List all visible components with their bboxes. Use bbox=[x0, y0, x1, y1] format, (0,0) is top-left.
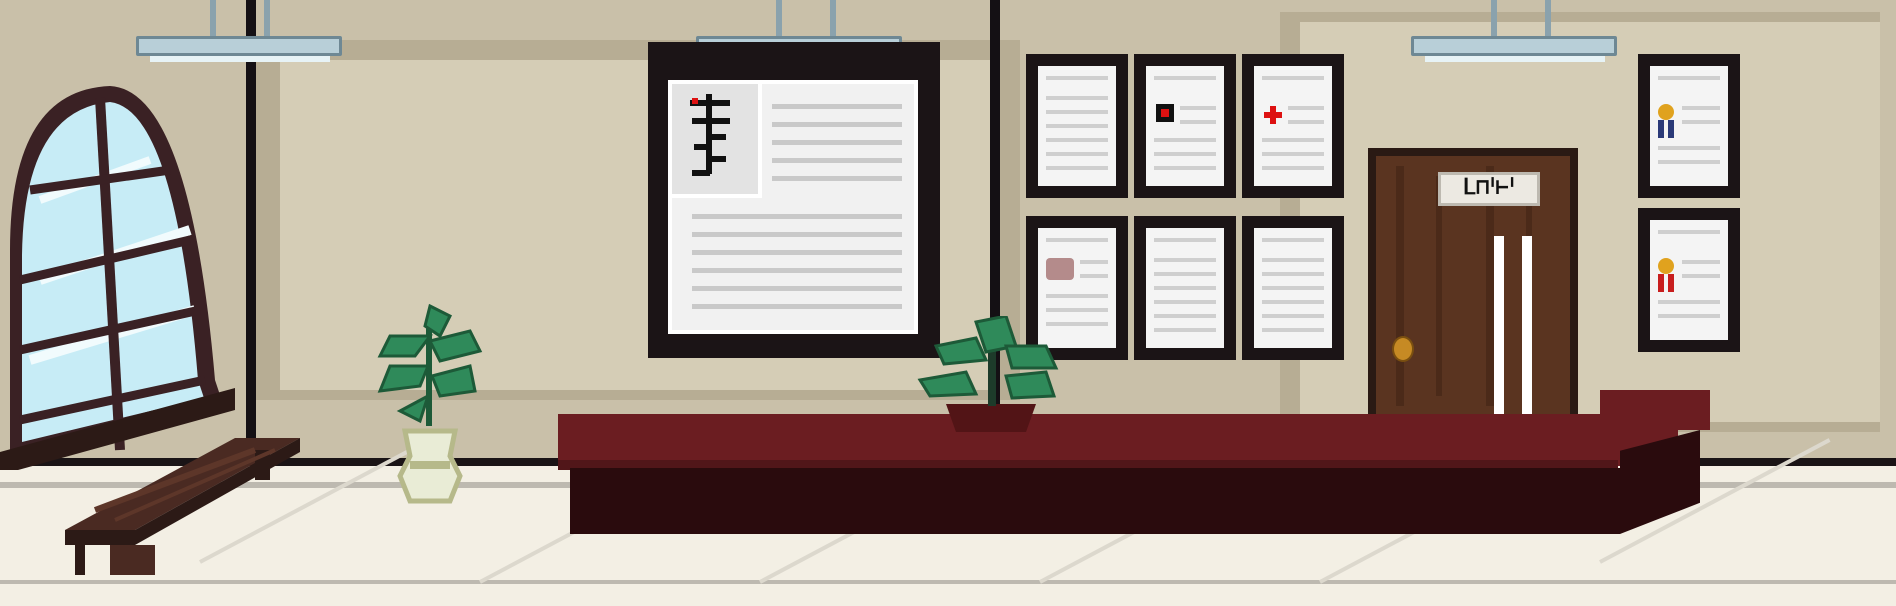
posted-document[interactable] bbox=[1638, 54, 1740, 198]
plant-icon bbox=[377, 303, 483, 504]
door-sign: ᒪ⊓ᑊ⊢ᑊ bbox=[1438, 172, 1540, 206]
floor-line-bottom bbox=[0, 580, 1896, 584]
posted-document[interactable] bbox=[1242, 54, 1344, 198]
medal-icon bbox=[1658, 104, 1674, 138]
window-icon bbox=[0, 86, 235, 475]
posted-document[interactable] bbox=[1638, 208, 1740, 352]
ceiling-lamp-3 bbox=[1405, 0, 1625, 70]
glyph-icon bbox=[690, 94, 730, 176]
door-knob[interactable] bbox=[1392, 336, 1414, 362]
counter-front bbox=[570, 468, 1620, 534]
red-cross-icon bbox=[1264, 106, 1282, 124]
pillar-left bbox=[246, 0, 256, 470]
medal-icon bbox=[1658, 258, 1674, 292]
door[interactable]: ᒪ⊓ᑊ⊢ᑊ bbox=[1376, 156, 1570, 418]
posted-document[interactable] bbox=[1134, 216, 1236, 360]
counter-top-end bbox=[1600, 390, 1710, 430]
potted-plant[interactable] bbox=[370, 296, 490, 506]
ceiling-lamp-1 bbox=[130, 0, 350, 70]
bench[interactable] bbox=[55, 430, 305, 580]
notice-glyph-box bbox=[672, 84, 762, 198]
game-scene: ᒪ⊓ᑊ⊢ᑊ bbox=[0, 0, 1896, 606]
notice-paper bbox=[668, 80, 918, 334]
bonsai-icon bbox=[917, 314, 1059, 432]
posted-document[interactable] bbox=[1026, 54, 1128, 198]
arched-window[interactable] bbox=[0, 80, 240, 475]
bonsai-plant[interactable] bbox=[916, 314, 1066, 436]
posted-document[interactable] bbox=[1134, 54, 1236, 198]
bench-icon bbox=[65, 438, 300, 575]
counter-top bbox=[558, 414, 1678, 466]
stain-icon bbox=[1046, 258, 1074, 280]
posted-document[interactable] bbox=[1242, 216, 1344, 360]
red-square-icon bbox=[1156, 104, 1174, 122]
notice-board[interactable] bbox=[648, 42, 940, 358]
